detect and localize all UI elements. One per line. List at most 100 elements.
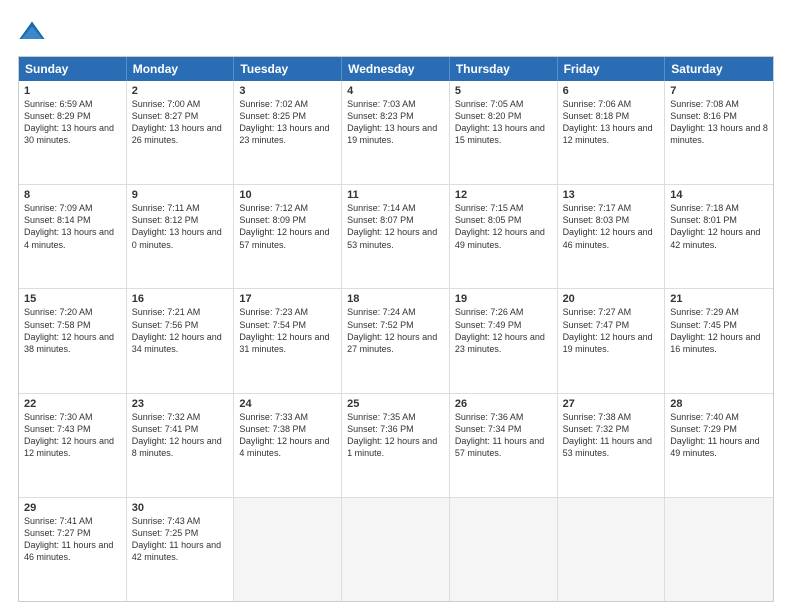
day-number: 16 [132, 293, 229, 305]
day-number: 23 [132, 398, 229, 410]
calendar-row: 29Sunrise: 7:41 AMSunset: 7:27 PMDayligh… [19, 497, 773, 601]
day-cell-4: 4Sunrise: 7:03 AMSunset: 8:23 PMDaylight… [342, 81, 450, 184]
day-cell-23: 23Sunrise: 7:32 AMSunset: 7:41 PMDayligh… [127, 394, 235, 497]
day-number: 28 [670, 398, 768, 410]
day-cell-16: 16Sunrise: 7:21 AMSunset: 7:56 PMDayligh… [127, 289, 235, 392]
day-cell-1: 1Sunrise: 6:59 AMSunset: 8:29 PMDaylight… [19, 81, 127, 184]
day-number: 12 [455, 189, 552, 201]
day-cell-17: 17Sunrise: 7:23 AMSunset: 7:54 PMDayligh… [234, 289, 342, 392]
day-cell-15: 15Sunrise: 7:20 AMSunset: 7:58 PMDayligh… [19, 289, 127, 392]
day-cell-13: 13Sunrise: 7:17 AMSunset: 8:03 PMDayligh… [558, 185, 666, 288]
day-info: Sunrise: 7:02 AMSunset: 8:25 PMDaylight:… [239, 98, 336, 147]
day-number: 24 [239, 398, 336, 410]
day-number: 29 [24, 502, 121, 514]
day-info: Sunrise: 7:41 AMSunset: 7:27 PMDaylight:… [24, 515, 121, 564]
day-number: 8 [24, 189, 121, 201]
day-cell-7: 7Sunrise: 7:08 AMSunset: 8:16 PMDaylight… [665, 81, 773, 184]
day-cell-2: 2Sunrise: 7:00 AMSunset: 8:27 PMDaylight… [127, 81, 235, 184]
day-info: Sunrise: 7:06 AMSunset: 8:18 PMDaylight:… [563, 98, 660, 147]
calendar: SundayMondayTuesdayWednesdayThursdayFrid… [18, 56, 774, 602]
day-info: Sunrise: 7:33 AMSunset: 7:38 PMDaylight:… [239, 411, 336, 460]
day-number: 15 [24, 293, 121, 305]
day-number: 13 [563, 189, 660, 201]
day-cell-9: 9Sunrise: 7:11 AMSunset: 8:12 PMDaylight… [127, 185, 235, 288]
day-info: Sunrise: 7:20 AMSunset: 7:58 PMDaylight:… [24, 306, 121, 355]
day-cell-24: 24Sunrise: 7:33 AMSunset: 7:38 PMDayligh… [234, 394, 342, 497]
day-cell-14: 14Sunrise: 7:18 AMSunset: 8:01 PMDayligh… [665, 185, 773, 288]
day-info: Sunrise: 7:23 AMSunset: 7:54 PMDaylight:… [239, 306, 336, 355]
day-header-monday: Monday [127, 57, 235, 81]
empty-cell [234, 498, 342, 601]
day-cell-3: 3Sunrise: 7:02 AMSunset: 8:25 PMDaylight… [234, 81, 342, 184]
day-info: Sunrise: 7:26 AMSunset: 7:49 PMDaylight:… [455, 306, 552, 355]
day-info: Sunrise: 7:14 AMSunset: 8:07 PMDaylight:… [347, 202, 444, 251]
logo-icon [18, 18, 46, 46]
day-cell-28: 28Sunrise: 7:40 AMSunset: 7:29 PMDayligh… [665, 394, 773, 497]
day-number: 14 [670, 189, 768, 201]
day-cell-25: 25Sunrise: 7:35 AMSunset: 7:36 PMDayligh… [342, 394, 450, 497]
day-info: Sunrise: 7:35 AMSunset: 7:36 PMDaylight:… [347, 411, 444, 460]
day-number: 19 [455, 293, 552, 305]
day-info: Sunrise: 6:59 AMSunset: 8:29 PMDaylight:… [24, 98, 121, 147]
day-number: 6 [563, 85, 660, 97]
day-info: Sunrise: 7:12 AMSunset: 8:09 PMDaylight:… [239, 202, 336, 251]
day-cell-27: 27Sunrise: 7:38 AMSunset: 7:32 PMDayligh… [558, 394, 666, 497]
empty-cell [665, 498, 773, 601]
day-cell-11: 11Sunrise: 7:14 AMSunset: 8:07 PMDayligh… [342, 185, 450, 288]
day-cell-29: 29Sunrise: 7:41 AMSunset: 7:27 PMDayligh… [19, 498, 127, 601]
logo [18, 18, 50, 46]
day-cell-6: 6Sunrise: 7:06 AMSunset: 8:18 PMDaylight… [558, 81, 666, 184]
day-info: Sunrise: 7:18 AMSunset: 8:01 PMDaylight:… [670, 202, 768, 251]
day-cell-19: 19Sunrise: 7:26 AMSunset: 7:49 PMDayligh… [450, 289, 558, 392]
day-info: Sunrise: 7:11 AMSunset: 8:12 PMDaylight:… [132, 202, 229, 251]
day-info: Sunrise: 7:03 AMSunset: 8:23 PMDaylight:… [347, 98, 444, 147]
day-info: Sunrise: 7:24 AMSunset: 7:52 PMDaylight:… [347, 306, 444, 355]
day-number: 4 [347, 85, 444, 97]
day-info: Sunrise: 7:36 AMSunset: 7:34 PMDaylight:… [455, 411, 552, 460]
day-number: 9 [132, 189, 229, 201]
day-info: Sunrise: 7:15 AMSunset: 8:05 PMDaylight:… [455, 202, 552, 251]
day-cell-22: 22Sunrise: 7:30 AMSunset: 7:43 PMDayligh… [19, 394, 127, 497]
day-number: 10 [239, 189, 336, 201]
day-header-wednesday: Wednesday [342, 57, 450, 81]
day-info: Sunrise: 7:09 AMSunset: 8:14 PMDaylight:… [24, 202, 121, 251]
day-number: 27 [563, 398, 660, 410]
day-cell-18: 18Sunrise: 7:24 AMSunset: 7:52 PMDayligh… [342, 289, 450, 392]
day-number: 22 [24, 398, 121, 410]
day-info: Sunrise: 7:30 AMSunset: 7:43 PMDaylight:… [24, 411, 121, 460]
empty-cell [558, 498, 666, 601]
day-info: Sunrise: 7:29 AMSunset: 7:45 PMDaylight:… [670, 306, 768, 355]
day-cell-8: 8Sunrise: 7:09 AMSunset: 8:14 PMDaylight… [19, 185, 127, 288]
day-cell-10: 10Sunrise: 7:12 AMSunset: 8:09 PMDayligh… [234, 185, 342, 288]
empty-cell [342, 498, 450, 601]
calendar-row: 1Sunrise: 6:59 AMSunset: 8:29 PMDaylight… [19, 81, 773, 184]
day-header-thursday: Thursday [450, 57, 558, 81]
day-info: Sunrise: 7:43 AMSunset: 7:25 PMDaylight:… [132, 515, 229, 564]
day-cell-26: 26Sunrise: 7:36 AMSunset: 7:34 PMDayligh… [450, 394, 558, 497]
day-cell-21: 21Sunrise: 7:29 AMSunset: 7:45 PMDayligh… [665, 289, 773, 392]
day-number: 18 [347, 293, 444, 305]
calendar-row: 22Sunrise: 7:30 AMSunset: 7:43 PMDayligh… [19, 393, 773, 497]
day-number: 17 [239, 293, 336, 305]
calendar-header: SundayMondayTuesdayWednesdayThursdayFrid… [19, 57, 773, 81]
day-number: 21 [670, 293, 768, 305]
day-header-tuesday: Tuesday [234, 57, 342, 81]
day-info: Sunrise: 7:27 AMSunset: 7:47 PMDaylight:… [563, 306, 660, 355]
day-cell-5: 5Sunrise: 7:05 AMSunset: 8:20 PMDaylight… [450, 81, 558, 184]
day-number: 3 [239, 85, 336, 97]
day-info: Sunrise: 7:21 AMSunset: 7:56 PMDaylight:… [132, 306, 229, 355]
calendar-body: 1Sunrise: 6:59 AMSunset: 8:29 PMDaylight… [19, 81, 773, 601]
calendar-row: 15Sunrise: 7:20 AMSunset: 7:58 PMDayligh… [19, 288, 773, 392]
page: SundayMondayTuesdayWednesdayThursdayFrid… [0, 0, 792, 612]
header [18, 18, 774, 46]
day-info: Sunrise: 7:08 AMSunset: 8:16 PMDaylight:… [670, 98, 768, 147]
day-header-saturday: Saturday [665, 57, 773, 81]
day-number: 25 [347, 398, 444, 410]
day-number: 2 [132, 85, 229, 97]
day-number: 20 [563, 293, 660, 305]
day-header-friday: Friday [558, 57, 666, 81]
day-number: 26 [455, 398, 552, 410]
day-info: Sunrise: 7:17 AMSunset: 8:03 PMDaylight:… [563, 202, 660, 251]
calendar-row: 8Sunrise: 7:09 AMSunset: 8:14 PMDaylight… [19, 184, 773, 288]
day-number: 5 [455, 85, 552, 97]
